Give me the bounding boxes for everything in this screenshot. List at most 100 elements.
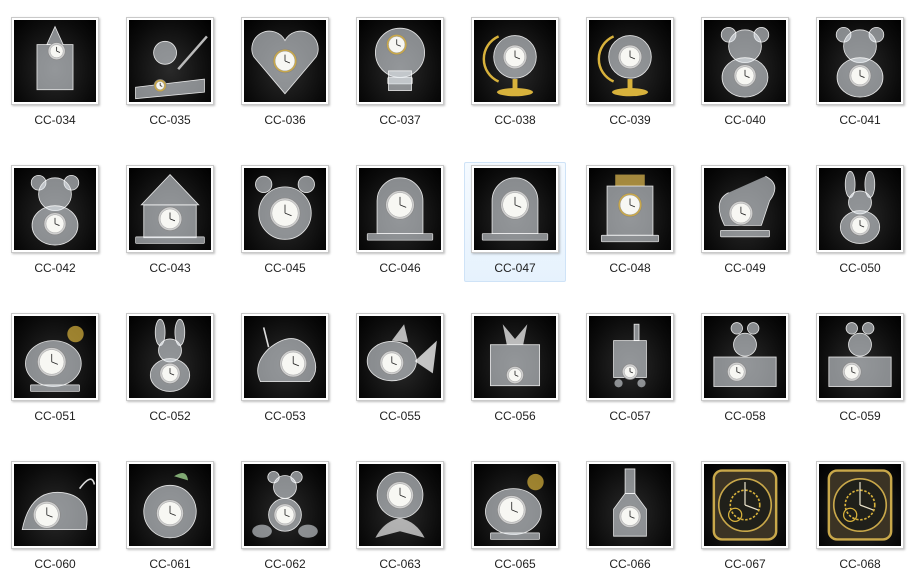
thumbnail-image[interactable] [356, 313, 444, 401]
thumbnail-item[interactable]: CC-036 [234, 14, 336, 134]
thumbnail-item[interactable]: CC-037 [349, 14, 451, 134]
thumbnail-image[interactable] [241, 165, 329, 253]
bird-crystal-clock-icon [474, 464, 556, 546]
thumbnail-image[interactable] [471, 461, 559, 549]
thumbnail-label: CC-047 [494, 261, 536, 275]
thumbnail-image[interactable] [11, 461, 99, 549]
thumbnail-item[interactable]: CC-047 [464, 162, 566, 282]
thumbnail-image[interactable] [241, 17, 329, 105]
thumbnail-item[interactable]: CC-046 [349, 162, 451, 282]
thumbnail-label: CC-043 [149, 261, 191, 275]
thumbnail-item[interactable]: CC-051 [4, 310, 106, 430]
thumbnail-image[interactable] [356, 461, 444, 549]
thumbnail-item[interactable]: CC-056 [464, 310, 566, 430]
thumbnail-image[interactable] [586, 17, 674, 105]
thumbnail-label: CC-059 [839, 409, 881, 423]
thumbnail-label: CC-058 [724, 409, 766, 423]
thumbnail-image[interactable] [701, 461, 789, 549]
thumbnail-item[interactable]: CC-043 [119, 162, 221, 282]
pen-stand-clock-icon [129, 20, 211, 102]
thumbnail-label: CC-038 [494, 113, 536, 127]
skeleton-clock-icon [819, 464, 901, 546]
thumbnail-image[interactable] [126, 17, 214, 105]
thumbnail-label: CC-045 [264, 261, 306, 275]
thumbnail-image[interactable] [816, 313, 904, 401]
rabbit-crystal-clock-icon [129, 316, 211, 398]
thumbnail-item[interactable]: CC-062 [234, 458, 336, 578]
thumbnail-label: CC-046 [379, 261, 421, 275]
thumbnail-item[interactable]: CC-049 [694, 162, 796, 282]
thumbnail-item[interactable]: CC-041 [809, 14, 909, 134]
thumbnail-image[interactable] [586, 461, 674, 549]
thumbnail-label: CC-042 [34, 261, 76, 275]
thumbnail-item[interactable]: CC-055 [349, 310, 451, 430]
thumbnail-item[interactable]: CC-045 [234, 162, 336, 282]
thumbnail-item[interactable]: CC-061 [119, 458, 221, 578]
thumbnail-label: CC-053 [264, 409, 306, 423]
thumbnail-image[interactable] [126, 461, 214, 549]
thumbnail-image[interactable] [701, 313, 789, 401]
thumbnail-label: CC-057 [609, 409, 651, 423]
thumbnail-image[interactable] [471, 17, 559, 105]
thumbnail-label: CC-037 [379, 113, 421, 127]
thumbnail-image[interactable] [11, 17, 99, 105]
thumbnail-item[interactable]: CC-053 [234, 310, 336, 430]
thumbnail-image[interactable] [816, 17, 904, 105]
star-crystal-clock-icon [14, 20, 96, 102]
arch-crystal-clock-icon [474, 168, 556, 250]
thumbnail-item[interactable]: CC-035 [119, 14, 221, 134]
thumbnail-item[interactable]: CC-063 [349, 458, 451, 578]
thumbnail-item[interactable]: CC-066 [579, 458, 681, 578]
thumbnail-image[interactable] [471, 313, 559, 401]
globe-stand-clock-icon [474, 20, 556, 102]
mouse-crystal-clock-icon [14, 464, 96, 546]
thumbnail-image[interactable] [816, 461, 904, 549]
thumbnail-label: CC-051 [34, 409, 76, 423]
thumbnail-item[interactable]: CC-034 [4, 14, 106, 134]
thumbnail-label: CC-063 [379, 557, 421, 571]
thumbnail-image[interactable] [356, 165, 444, 253]
thumbnail-image[interactable] [241, 461, 329, 549]
thumbnail-image[interactable] [126, 313, 214, 401]
thumbnail-image[interactable] [471, 165, 559, 253]
thumbnail-label: CC-048 [609, 261, 651, 275]
thumbnail-label: CC-040 [724, 113, 766, 127]
thumbnail-label: CC-036 [264, 113, 306, 127]
house-crystal-clock-icon [129, 168, 211, 250]
gift-crystal-clock-icon [474, 316, 556, 398]
thumbnail-image[interactable] [586, 165, 674, 253]
thumbnail-item[interactable]: CC-067 [694, 458, 796, 578]
thumbnail-label: CC-062 [264, 557, 306, 571]
tower-crystal-clock-icon [589, 168, 671, 250]
thumbnail-image[interactable] [356, 17, 444, 105]
thumbnail-item[interactable]: CC-038 [464, 14, 566, 134]
heart-crystal-clock-icon [244, 20, 326, 102]
thumbnail-image[interactable] [816, 165, 904, 253]
thumbnail-item[interactable]: CC-048 [579, 162, 681, 282]
thumbnail-label: CC-052 [149, 409, 191, 423]
thumbnail-item[interactable]: CC-058 [694, 310, 796, 430]
snail-crystal-clock-icon [244, 316, 326, 398]
thumbnail-image[interactable] [126, 165, 214, 253]
swan-crystal-clock-icon [704, 168, 786, 250]
bear-car-clock-icon [244, 464, 326, 546]
thumbnail-image[interactable] [701, 17, 789, 105]
thumbnail-item[interactable]: CC-057 [579, 310, 681, 430]
thumbnail-item[interactable]: CC-040 [694, 14, 796, 134]
thumbnail-item[interactable]: CC-042 [4, 162, 106, 282]
alarm-crystal-clock-icon [244, 168, 326, 250]
thumbnail-image[interactable] [11, 313, 99, 401]
thumbnail-item[interactable]: CC-039 [579, 14, 681, 134]
thumbnail-image[interactable] [11, 165, 99, 253]
thumbnail-item[interactable]: CC-068 [809, 458, 909, 578]
thumbnail-item[interactable]: CC-050 [809, 162, 909, 282]
thumbnail-item[interactable]: CC-059 [809, 310, 909, 430]
thumbnail-item[interactable]: CC-065 [464, 458, 566, 578]
thumbnail-item[interactable]: CC-052 [119, 310, 221, 430]
thumbnail-item[interactable]: CC-060 [4, 458, 106, 578]
thumbnail-image[interactable] [701, 165, 789, 253]
thumbnail-image[interactable] [241, 313, 329, 401]
thumbnail-image[interactable] [586, 313, 674, 401]
train-crystal-clock-icon [589, 316, 671, 398]
thumbnail-grid: CC-034 CC-035 CC-036 CC-037 CC-038 CC-03… [0, 0, 909, 578]
